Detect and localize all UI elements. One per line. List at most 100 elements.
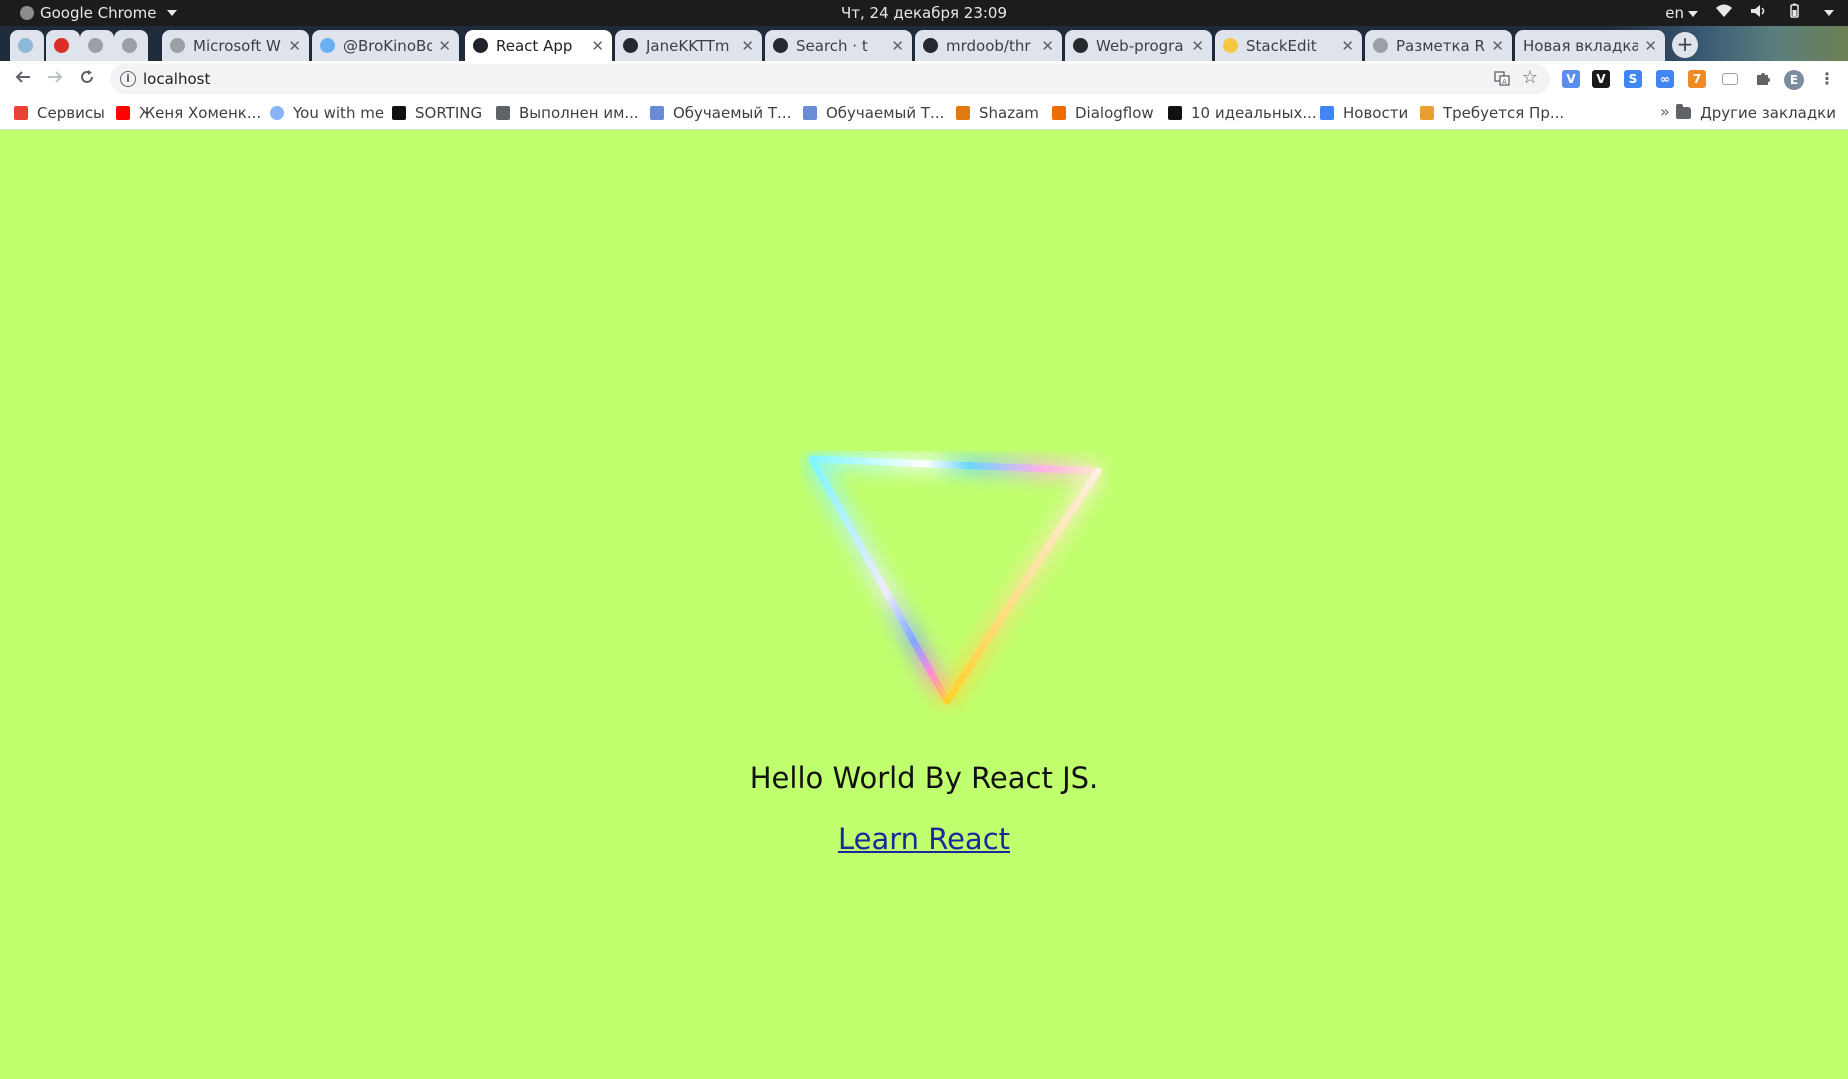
tab-10[interactable]: Web-progra ✕ — [1065, 30, 1212, 61]
extension-icon[interactable]: S — [1624, 70, 1642, 88]
tab-favicon-icon — [88, 38, 103, 53]
tab-title: React App — [496, 36, 573, 55]
battery-icon[interactable] — [1786, 3, 1802, 23]
bookmark-item[interactable]: Обучаемый Т... — [803, 104, 944, 122]
bookmark-item[interactable]: Обучаемый Т... — [650, 104, 791, 122]
react-app-page: Hello World By React JS. Learn React — [0, 131, 1848, 1079]
tab-favicon-icon — [923, 38, 938, 53]
glowing-triangle-logo — [805, 451, 1105, 706]
bookmark-label: SORTING — [415, 104, 483, 122]
tab-13[interactable]: Новая вкладка ✕ — [1515, 30, 1665, 61]
tab-favicon-icon — [773, 38, 788, 53]
bookmark-label: Dialogflow — [1075, 104, 1154, 122]
clock[interactable]: Чт, 24 декабря 23:09 — [0, 4, 1848, 22]
system-menu-chevron-icon[interactable] — [1824, 10, 1834, 16]
back-button[interactable] — [10, 66, 36, 92]
triangle-glow — [805, 451, 1105, 706]
extension-icon[interactable]: 7 — [1688, 70, 1706, 88]
address-bar[interactable]: i localhost A ☆ — [110, 64, 1550, 94]
bookmark-item[interactable]: Новости — [1320, 104, 1408, 122]
site-info-icon[interactable]: i — [120, 71, 136, 87]
bookmark-label: Сервисы — [37, 104, 105, 122]
tab-close-icon[interactable]: ✕ — [1644, 37, 1657, 55]
bookmark-item[interactable]: Выполнен им... — [496, 104, 639, 122]
extension-icon[interactable]: ∞ — [1656, 70, 1674, 88]
bookmark-label: Требуется Пр... — [1443, 104, 1565, 122]
tab-11[interactable]: StackEdit ✕ — [1215, 30, 1362, 61]
cast-icon[interactable] — [1722, 73, 1738, 85]
new-tab-button[interactable]: + — [1672, 32, 1698, 58]
bookmark-favicon-icon — [116, 106, 130, 120]
tab-close-icon[interactable]: ✕ — [438, 37, 451, 55]
bookmark-item[interactable]: 10 идеальных... — [1168, 104, 1317, 122]
translate-icon[interactable]: A — [1494, 70, 1510, 90]
system-top-bar: Google Chrome Чт, 24 декабря 23:09 en — [0, 0, 1848, 26]
tab-close-icon[interactable]: ✕ — [288, 37, 301, 55]
bookmark-label: Обучаемый Т... — [673, 104, 792, 122]
tab-close-icon[interactable]: ✕ — [1041, 37, 1054, 55]
tab-7[interactable]: JaneKKTTm ✕ — [615, 30, 762, 61]
bookmark-favicon-icon — [392, 106, 406, 120]
profile-avatar[interactable]: E — [1784, 70, 1804, 90]
tab-favicon-icon — [1073, 38, 1088, 53]
forward-button[interactable] — [42, 66, 68, 92]
other-bookmarks-folder[interactable]: Другие закладки — [1676, 104, 1836, 122]
tab-favicon-icon — [473, 38, 488, 53]
tab-3[interactable] — [114, 30, 148, 61]
tab-title: StackEdit — [1246, 36, 1317, 55]
extensions-puzzle-icon[interactable] — [1754, 70, 1772, 88]
tab-favicon-icon — [1373, 38, 1388, 53]
bookmark-item[interactable]: SORTING — [392, 104, 482, 122]
tab-title: Web-progra — [1096, 36, 1184, 55]
tab-12[interactable]: Разметка RE ✕ — [1365, 30, 1512, 61]
bookmark-favicon-icon — [1052, 106, 1066, 120]
wifi-icon[interactable] — [1716, 4, 1732, 22]
tab-6[interactable]: React App ✕ — [465, 30, 612, 61]
tab-title: Новая вкладка — [1523, 36, 1639, 55]
tab-0[interactable] — [10, 30, 44, 61]
tab-close-icon[interactable]: ✕ — [1191, 37, 1204, 55]
bookmark-item[interactable]: Женя Хоменк... — [116, 104, 261, 122]
tab-title: mrdoob/thr — [946, 36, 1031, 55]
bookmarks-bar: Сервисы Женя Хоменк... You with me SORTING В… — [0, 97, 1848, 130]
bookmark-favicon-icon — [1168, 106, 1182, 120]
bookmark-item[interactable]: Shazam — [956, 104, 1039, 122]
tab-5[interactable]: @BroKinoBo ✕ — [312, 30, 459, 61]
bookmark-item[interactable]: Требуется Пр... — [1420, 104, 1564, 122]
extension-icon[interactable]: V — [1562, 70, 1580, 88]
tab-close-icon[interactable]: ✕ — [591, 37, 604, 55]
bookmark-favicon-icon — [956, 106, 970, 120]
tab-close-icon[interactable]: ✕ — [891, 37, 904, 55]
tab-close-icon[interactable]: ✕ — [741, 37, 754, 55]
volume-icon[interactable] — [1750, 4, 1768, 22]
tab-2[interactable] — [80, 30, 114, 61]
bookmark-favicon-icon — [496, 106, 510, 120]
bookmarks-overflow-button[interactable]: » — [1660, 102, 1670, 121]
extension-icon[interactable]: V — [1592, 70, 1610, 88]
learn-react-link[interactable]: Learn React — [838, 822, 1010, 856]
tab-9[interactable]: mrdoob/thr ✕ — [915, 30, 1062, 61]
tab-favicon-icon — [1223, 38, 1238, 53]
language-indicator[interactable]: en — [1665, 4, 1698, 22]
bookmark-favicon-icon — [1420, 106, 1434, 120]
bookmark-star-icon[interactable]: ☆ — [1522, 67, 1538, 88]
tab-title: Разметка RE — [1396, 36, 1486, 55]
tab-strip: Microsoft W ✕ @BroKinoBo ✕ React App ✕ JaneKKT… — [0, 26, 1848, 61]
reload-button[interactable] — [74, 66, 100, 92]
bookmark-favicon-icon — [803, 106, 817, 120]
bookmark-item[interactable]: Сервисы — [14, 104, 105, 122]
arrow-right-icon — [48, 71, 63, 83]
bookmark-item[interactable]: Dialogflow — [1052, 104, 1154, 122]
tab-close-icon[interactable]: ✕ — [1341, 37, 1354, 55]
tab-4[interactable]: Microsoft W ✕ — [162, 30, 309, 61]
more-menu-icon[interactable]: ⋮ — [1818, 70, 1836, 88]
tab-1[interactable] — [46, 30, 80, 61]
bookmark-favicon-icon — [270, 106, 284, 120]
url-text[interactable]: localhost — [143, 70, 210, 88]
bookmark-item[interactable]: You with me — [270, 104, 384, 122]
tab-favicon-icon — [623, 38, 638, 53]
tab-8[interactable]: Search · t ✕ — [765, 30, 912, 61]
tab-close-icon[interactable]: ✕ — [1491, 37, 1504, 55]
bookmark-favicon-icon — [14, 106, 28, 120]
bookmark-favicon-icon — [650, 106, 664, 120]
